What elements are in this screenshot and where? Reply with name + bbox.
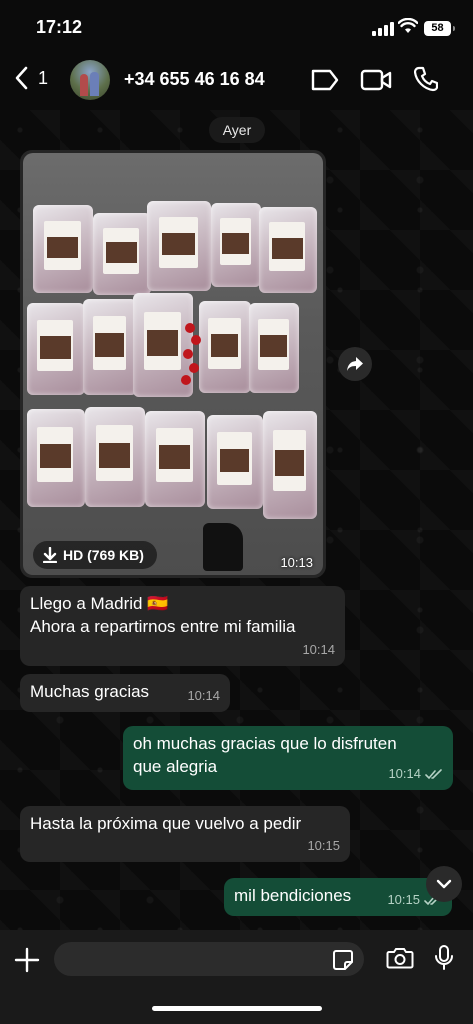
message-input[interactable] (54, 942, 364, 976)
microphone-icon[interactable] (434, 944, 454, 972)
forward-icon (347, 357, 363, 371)
message-text: Hasta la próxima que vuelvo a pedir (30, 814, 302, 833)
plus-icon[interactable] (14, 947, 40, 973)
contact-name[interactable]: +34 655 46 16 84 (124, 69, 265, 90)
unread-count: 1 (38, 67, 49, 88)
hd-download-button[interactable]: HD (769 KB) (33, 541, 157, 569)
battery-indicator: 58 (424, 21, 455, 36)
sticker-icon[interactable] (310, 68, 340, 92)
message-text: Llego a Madrid 🇪🇸 (30, 594, 169, 613)
signal-icon (372, 22, 394, 36)
back-chevron-icon (15, 66, 28, 90)
shared-photo[interactable]: HD (769 KB) 10:13 (23, 153, 323, 575)
wifi-icon (398, 18, 418, 33)
chat-header: 1 +34 655 46 16 84 (0, 52, 473, 108)
message-bubble-out[interactable]: mil bendiciones 10:15 (224, 878, 452, 916)
message-time: 10:15 (307, 838, 340, 853)
message-text: oh muchas gracias que lo disfruten (133, 734, 397, 753)
message-bubble-in[interactable]: Hasta la próxima que vuelvo a pedir 10:1… (20, 806, 350, 862)
message-bubble-in[interactable]: Muchas gracias 10:14 (20, 674, 230, 712)
message-text: Ahora a repartirnos entre mi familia (30, 617, 296, 636)
message-text: mil bendiciones (234, 886, 352, 905)
back-button[interactable]: 1 (14, 66, 48, 90)
message-bubble-in[interactable]: Llego a Madrid 🇪🇸 Ahora a repartirnos en… (20, 586, 345, 666)
compose-bar (0, 930, 473, 1024)
message-time: 10:13 (280, 555, 313, 570)
message-time: 10:14 (187, 688, 220, 703)
camera-icon[interactable] (386, 946, 414, 970)
status-bar: 17:12 58 (0, 0, 473, 52)
status-time: 17:12 (36, 17, 83, 37)
forward-button[interactable] (338, 347, 372, 381)
sticker-icon[interactable] (332, 949, 354, 971)
message-bubble-out[interactable]: oh muchas gracias que lo disfruten que a… (123, 726, 453, 790)
message-text: Muchas gracias (30, 682, 150, 701)
message-time: 10:14 (302, 642, 335, 657)
double-check-icon (425, 769, 442, 780)
phone-icon[interactable] (414, 66, 438, 92)
chevron-down-icon (436, 879, 452, 889)
scroll-to-bottom-button[interactable] (426, 866, 462, 902)
download-icon (43, 547, 57, 563)
hd-label: HD (769 KB) (63, 547, 144, 563)
avatar[interactable] (70, 60, 110, 100)
message-time-status: 10:14 (388, 762, 443, 785)
video-call-icon[interactable] (360, 68, 392, 92)
image-message[interactable]: HD (769 KB) 10:13 (20, 150, 326, 578)
home-indicator (152, 1006, 322, 1011)
date-divider: Ayer (209, 117, 265, 143)
